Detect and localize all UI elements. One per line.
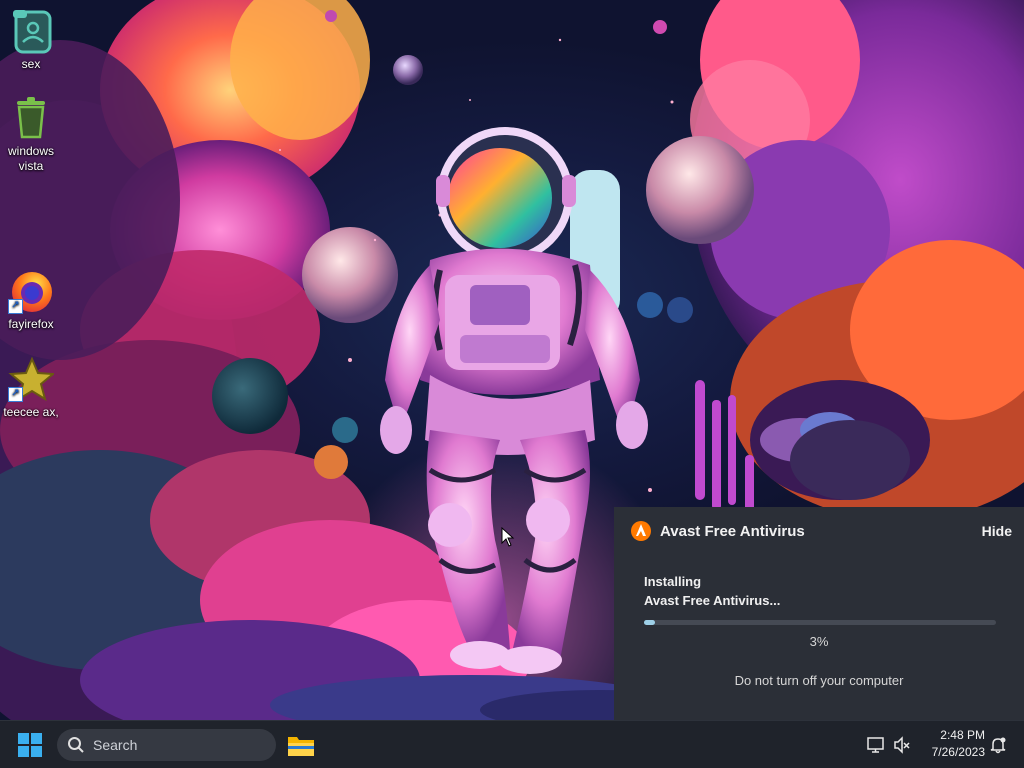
desktop-icon-windows-vista[interactable]: windows vista (0, 95, 62, 174)
desktop-icon-sex[interactable]: sex (0, 8, 62, 72)
file-explorer-button[interactable] (286, 731, 316, 759)
search-icon (68, 737, 84, 753)
avast-title: Avast Free Antivirus (660, 522, 805, 540)
notification-bell-icon[interactable] (988, 735, 1008, 755)
taskbar-search-box[interactable]: Search (57, 729, 276, 761)
install-warning-note: Do not turn off your computer (734, 673, 904, 688)
search-placeholder: Search (93, 737, 138, 753)
avast-header: Avast Free Antivirus Hide (630, 516, 1012, 546)
install-status-line2: Avast Free Antivirus... (644, 593, 781, 608)
user-folder-icon (8, 8, 54, 54)
install-progress-fill (644, 620, 655, 625)
desktop-icon-teecee[interactable]: ↗ teecee ax, (0, 356, 62, 420)
volume-muted-icon[interactable] (892, 735, 912, 755)
desktop-icon-label: sex (21, 57, 41, 71)
avast-logo-icon (631, 521, 651, 541)
install-status: Installing Avast Free Antivirus... (644, 572, 780, 610)
start-button[interactable] (18, 733, 42, 757)
shortcut-arrow-icon: ↗ (8, 387, 23, 402)
avast-install-panel: Avast Free Antivirus Hide Installing Ava… (614, 507, 1024, 720)
taskbar-clock[interactable]: 2:48 PM 7/26/2023 (915, 727, 985, 761)
hide-button[interactable]: Hide (982, 523, 1012, 539)
star-icon: ↗ (8, 356, 56, 402)
desktop-icon-fayirefox[interactable]: ↗ fayirefox (0, 268, 62, 332)
network-icon[interactable] (866, 735, 886, 755)
clock-time: 2:48 PM (940, 728, 985, 742)
firefox-icon: ↗ (8, 268, 54, 314)
recycle-bin-icon (8, 95, 54, 141)
shortcut-arrow-icon: ↗ (8, 299, 23, 314)
clock-date: 7/26/2023 (931, 745, 985, 759)
mouse-cursor-icon (501, 526, 515, 552)
windows-logo-icon (18, 733, 42, 757)
desktop-icon-label: teecee ax, (3, 405, 59, 419)
folder-icon (288, 737, 314, 756)
install-status-line1: Installing (644, 574, 702, 589)
install-progress-bar (644, 620, 996, 625)
taskbar: Search 2:48 PM 7/26/2023 (0, 720, 1024, 768)
desktop-icon-label: windows vista (7, 144, 55, 173)
install-progress-percent: 3% (809, 634, 829, 649)
desktop-icon-label: fayirefox (8, 317, 54, 331)
